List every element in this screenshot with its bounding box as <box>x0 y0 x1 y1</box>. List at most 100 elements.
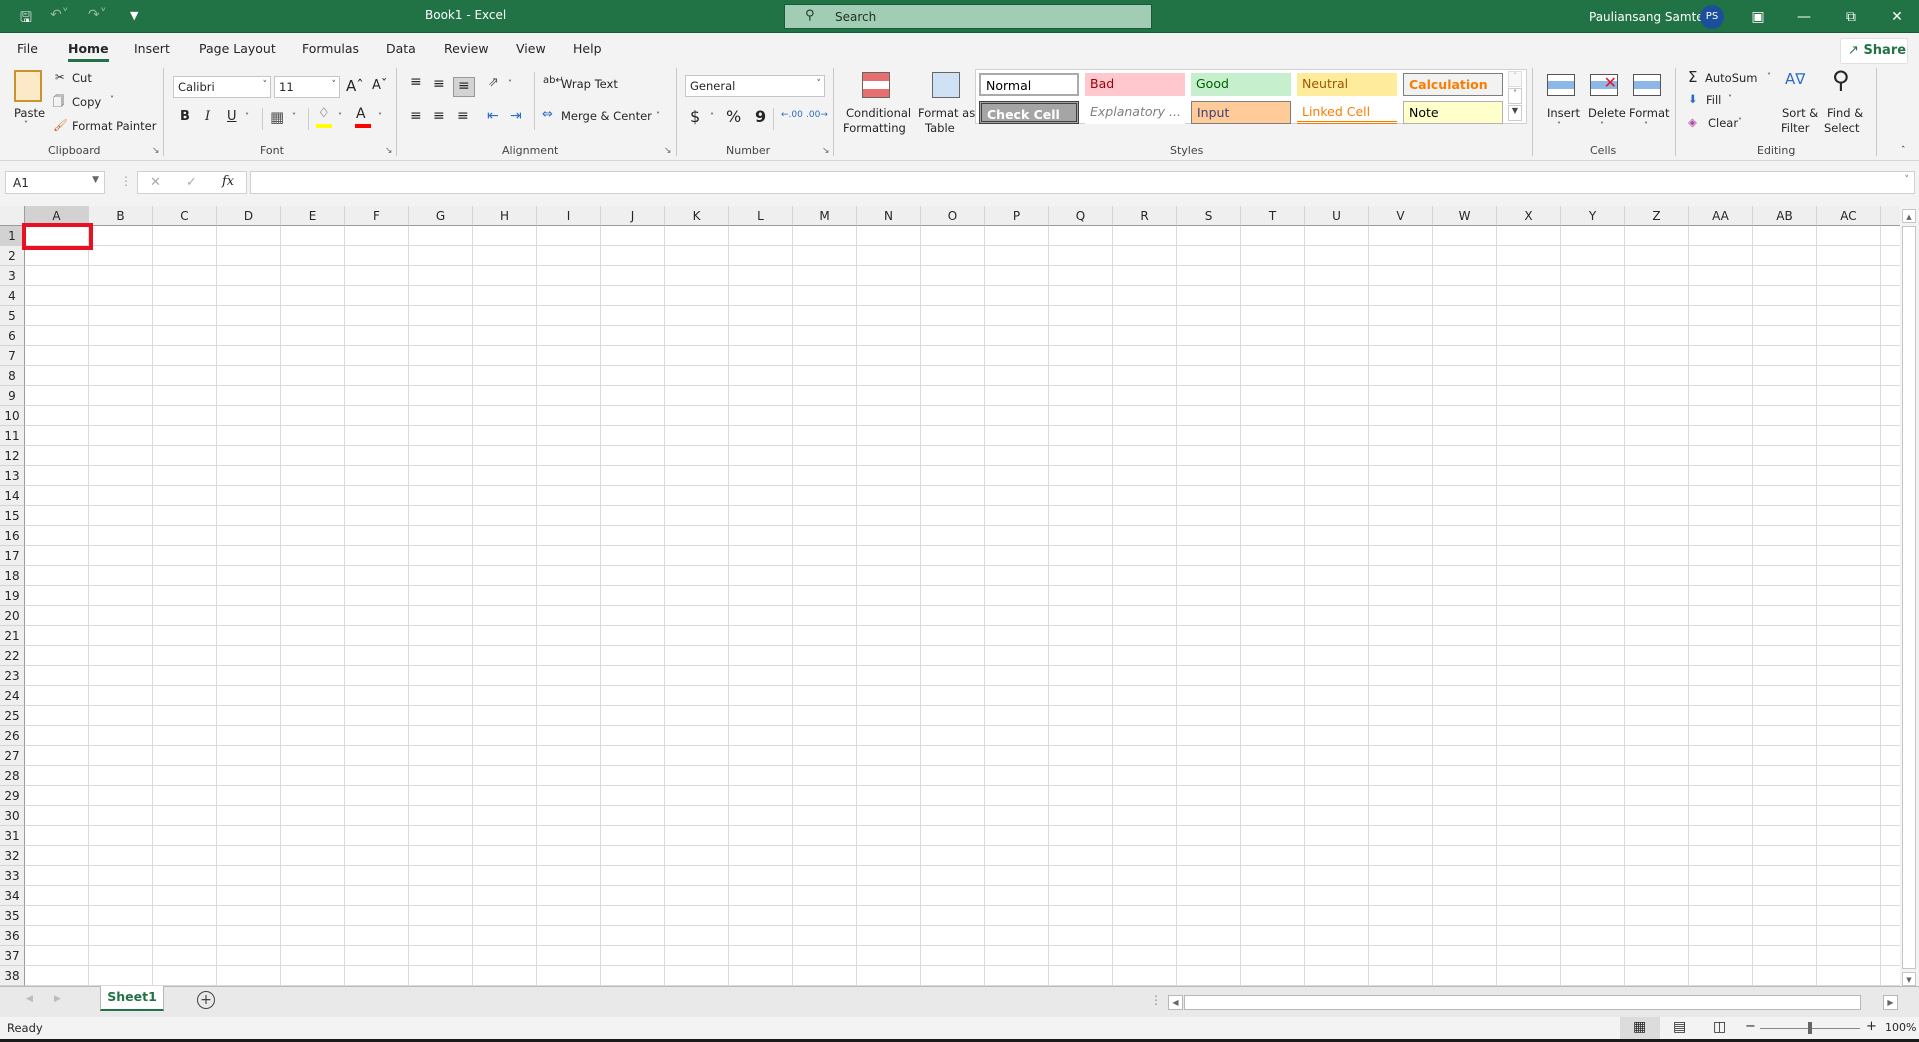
format-cells-button[interactable]: Format <box>1629 106 1670 120</box>
center-icon[interactable]: ≡ <box>433 108 445 124</box>
underline-button[interactable]: U <box>227 109 237 124</box>
scroll-right-icon[interactable]: ▶ <box>1883 995 1898 1010</box>
row-header-16[interactable]: 16 <box>0 526 25 546</box>
style-note[interactable]: Note <box>1403 101 1503 124</box>
expand-formula-bar-icon[interactable]: ˅ <box>1905 175 1910 185</box>
column-header-partial[interactable] <box>1881 206 1900 226</box>
customize-qat-icon[interactable]: ▼ <box>130 9 138 22</box>
style-explanatory[interactable]: Explanatory ... <box>1085 101 1185 124</box>
clear-button[interactable]: Clear <box>1708 116 1738 130</box>
tab-split-grip-icon[interactable]: ⋮ <box>1150 993 1162 1007</box>
tab-insert[interactable]: Insert <box>134 41 170 56</box>
column-header-f[interactable]: F <box>345 206 409 226</box>
tab-data[interactable]: Data <box>386 41 416 56</box>
row-header-15[interactable]: 15 <box>0 506 25 526</box>
row-header-8[interactable]: 8 <box>0 366 25 386</box>
insert-chevron-icon[interactable]: ˅ <box>1557 121 1561 130</box>
gallery-scroll-down-icon[interactable]: ˅ <box>1508 88 1522 104</box>
underline-chevron-icon[interactable]: ˅ <box>245 112 249 121</box>
user-name[interactable]: Pauliansang Samte <box>1589 10 1704 24</box>
format-painter-button[interactable]: Format Painter <box>72 119 156 133</box>
row-header-7[interactable]: 7 <box>0 346 25 366</box>
normal-view-button[interactable]: ▦ <box>1620 1017 1660 1039</box>
delete-cells-button[interactable]: Delete <box>1588 106 1626 120</box>
save-icon[interactable]: 🖫 <box>20 7 32 31</box>
bold-button[interactable]: B <box>180 109 190 124</box>
comma-style-button[interactable]: 9 <box>755 107 766 126</box>
column-header-m[interactable]: M <box>793 206 857 226</box>
column-header-p[interactable]: P <box>985 206 1049 226</box>
align-right-icon[interactable]: ≡ <box>457 108 469 124</box>
merge-chevron-icon[interactable]: ˅ <box>656 111 660 120</box>
top-align-icon[interactable]: ≡ <box>410 74 422 90</box>
tab-help[interactable]: Help <box>573 41 602 56</box>
undo-icon[interactable]: ↶˅ <box>50 7 69 23</box>
paste-icon[interactable] <box>14 70 42 102</box>
conditional-formatting-button-line2[interactable]: Formatting <box>843 121 906 135</box>
row-header-14[interactable]: 14 <box>0 486 25 506</box>
orientation-chevron-icon[interactable]: ˅ <box>508 79 512 88</box>
column-header-c[interactable]: C <box>153 206 217 226</box>
scroll-thumb[interactable] <box>1902 226 1916 969</box>
clear-chevron-icon[interactable]: ˅ <box>1738 117 1742 126</box>
alignment-launcher-icon[interactable]: ↘ <box>664 146 672 156</box>
column-header-r[interactable]: R <box>1113 206 1177 226</box>
row-header-11[interactable]: 11 <box>0 426 25 446</box>
row-header-32[interactable]: 32 <box>0 846 25 866</box>
column-header-w[interactable]: W <box>1433 206 1497 226</box>
row-header-34[interactable]: 34 <box>0 886 25 906</box>
column-header-ac[interactable]: AC <box>1817 206 1881 226</box>
column-header-q[interactable]: Q <box>1049 206 1113 226</box>
increase-decimal-icon[interactable]: ←.00 <box>781 110 803 120</box>
worksheet-grid[interactable]: A B C D E F G H I J K L M N O P Q R S T U V W X Y Z AA AB AC 1234567… <box>0 206 1900 986</box>
prev-sheet-icon[interactable]: ◀ <box>26 994 33 1004</box>
enter-icon[interactable]: ✓ <box>186 175 197 190</box>
horizontal-scrollbar[interactable] <box>1184 995 1861 1010</box>
row-header-5[interactable]: 5 <box>0 306 25 326</box>
tab-file[interactable]: File <box>17 41 38 56</box>
column-header-t[interactable]: T <box>1241 206 1305 226</box>
share-button[interactable]: ↗ Share <box>1840 38 1908 64</box>
row-header-20[interactable]: 20 <box>0 606 25 626</box>
font-size-select[interactable]: 11 ˅ <box>274 76 340 98</box>
decrease-decimal-icon[interactable]: .00→ <box>806 110 828 120</box>
row-header-4[interactable]: 4 <box>0 286 25 306</box>
formula-input[interactable]: ˅ <box>250 171 1915 194</box>
insert-function-icon[interactable]: fx <box>222 174 234 189</box>
row-header-17[interactable]: 17 <box>0 546 25 566</box>
font-launcher-icon[interactable]: ↘ <box>385 146 393 156</box>
autosum-button[interactable]: AutoSum <box>1705 71 1758 85</box>
row-header-23[interactable]: 23 <box>0 666 25 686</box>
new-sheet-icon[interactable]: + <box>197 991 215 1009</box>
scroll-down-icon[interactable]: ▼ <box>1902 972 1916 986</box>
row-header-33[interactable]: 33 <box>0 866 25 886</box>
column-header-y[interactable]: Y <box>1561 206 1625 226</box>
minimize-icon[interactable]: — <box>1789 6 1819 28</box>
name-box[interactable]: A1 ▼ <box>5 171 105 194</box>
column-header-b[interactable]: B <box>89 206 153 226</box>
paste-chevron-icon[interactable]: ˅ <box>24 120 28 129</box>
column-header-x[interactable]: X <box>1497 206 1561 226</box>
search-box[interactable]: ⚲ Search <box>784 4 1152 29</box>
column-header-d[interactable]: D <box>217 206 281 226</box>
row-header-3[interactable]: 3 <box>0 266 25 286</box>
italic-button[interactable]: I <box>205 109 210 124</box>
cancel-icon[interactable]: ✕ <box>150 175 161 190</box>
autosum-chevron-icon[interactable]: ˅ <box>1767 72 1771 81</box>
column-header-g[interactable]: G <box>409 206 473 226</box>
column-header-z[interactable]: Z <box>1625 206 1689 226</box>
copy-button[interactable]: Copy <box>72 95 101 109</box>
zoom-slider-thumb[interactable] <box>1808 1022 1812 1034</box>
font-name-select[interactable]: Calibri ˅ <box>173 76 271 98</box>
clipboard-launcher-icon[interactable]: ↘ <box>152 146 160 156</box>
row-header-12[interactable]: 12 <box>0 446 25 466</box>
fill-chevron-icon[interactable]: ˅ <box>1728 94 1732 103</box>
next-sheet-icon[interactable]: ▶ <box>54 994 61 1004</box>
bottom-align-button[interactable]: ≡ <box>453 77 475 97</box>
row-header-28[interactable]: 28 <box>0 766 25 786</box>
decrease-font-size-icon[interactable]: Aˇ <box>372 78 387 93</box>
row-header-36[interactable]: 36 <box>0 926 25 946</box>
delete-chevron-icon[interactable]: ˅ <box>1600 121 1604 130</box>
row-header-19[interactable]: 19 <box>0 586 25 606</box>
redo-icon[interactable]: ↷˅ <box>88 7 107 23</box>
